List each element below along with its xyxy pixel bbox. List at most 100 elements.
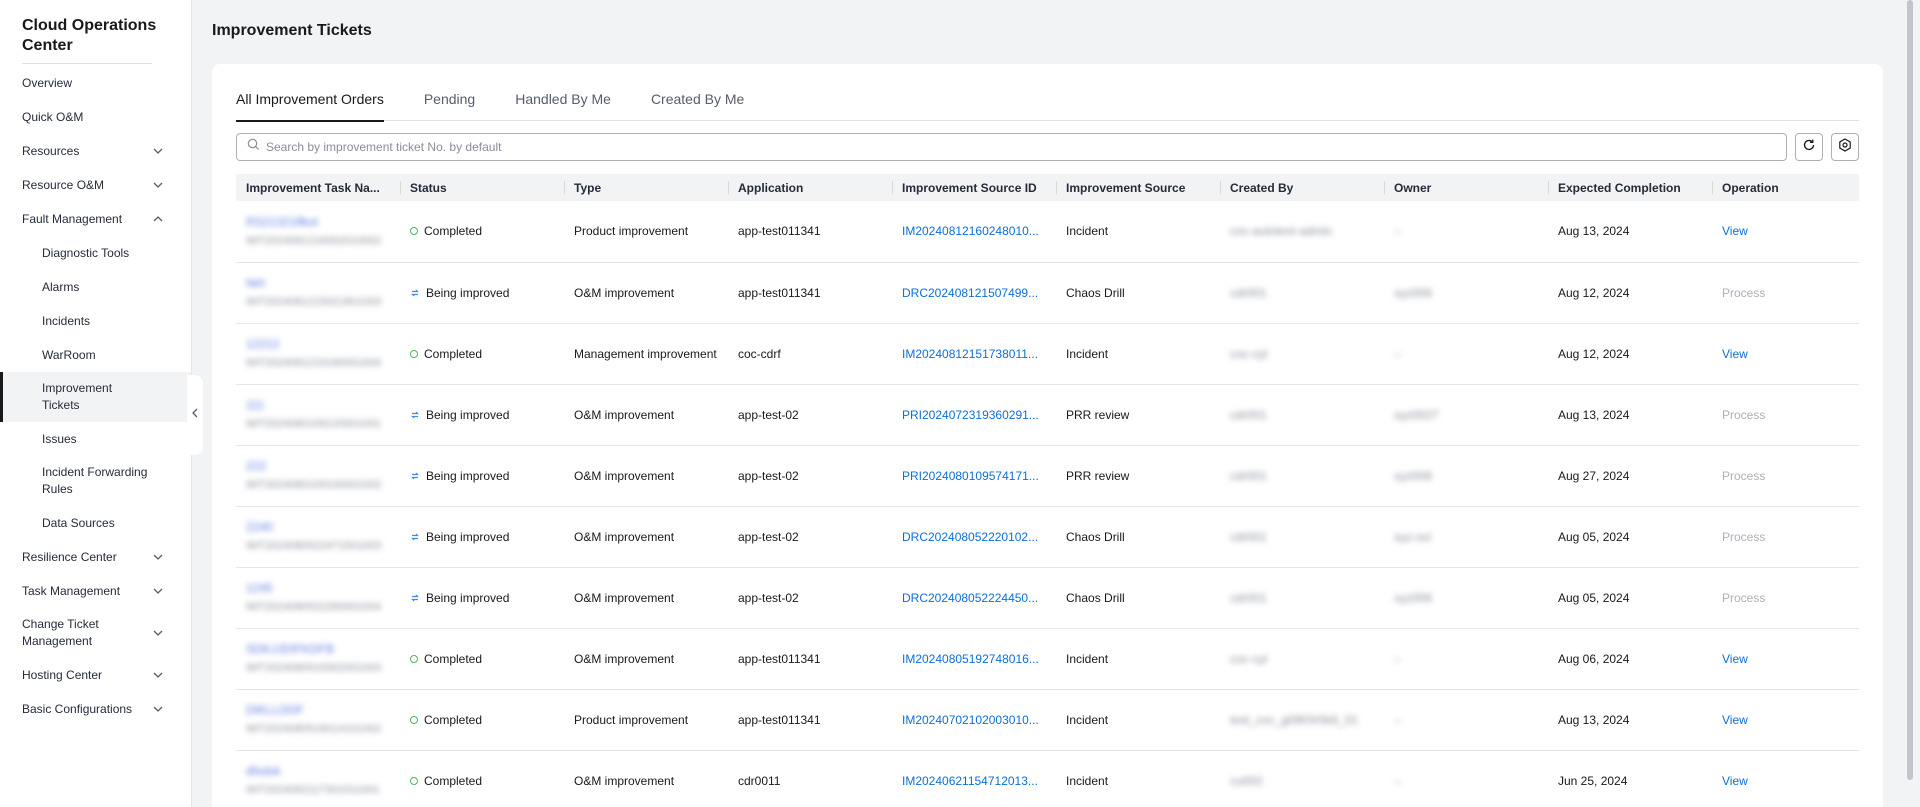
source-cell: Incident [1056,750,1220,807]
sidebar-item-incident-forwarding-rules[interactable]: Incident Forwarding Rules [0,456,191,506]
task-name-link[interactable]: 111 [246,397,390,413]
created-by-cell: cdr001 [1220,567,1384,629]
task-name-link[interactable]: SDKJJDIFKDFB [246,641,390,657]
created-by-cell: cdr001 [1220,262,1384,324]
sidebar-item-basic-configurations[interactable]: Basic Configurations [0,692,191,726]
column-header[interactable]: Application [728,174,892,201]
sidebar-item-alarms[interactable]: Alarms [0,270,191,304]
sidebar-item-hosting-center[interactable]: Hosting Center [0,658,191,692]
sidebar-item-change-ticket-management[interactable]: Change Ticket Management [0,608,191,658]
source-id-cell: IM20240702102003010... [892,689,1056,751]
created-by-text: cu002 [1230,773,1263,788]
owner-text: xyz006 [1394,590,1433,605]
search-input[interactable] [266,140,1786,154]
source-id-link[interactable]: DRC202408052224450... [902,591,1038,605]
status-completed-icon [410,776,418,785]
sidebar-item-resources[interactable]: Resources [0,134,191,168]
title-divider [22,63,152,64]
source-id-link[interactable]: IM20240621154712013... [902,774,1038,788]
task-name-link[interactable]: 222 [246,458,390,474]
source-cell: Incident [1056,628,1220,690]
operation-cell: View [1712,689,1859,751]
chevron-down-icon [151,702,165,716]
source-cell: PRR review [1056,384,1220,446]
task-number: IMT2024080519302001003 [246,662,382,674]
sidebar-item-resilience-center[interactable]: Resilience Center [0,540,191,574]
table-row: 111 IMT2024080109120001001 Being improved O… [236,384,1859,446]
page-scrollbar[interactable] [1906,0,1914,807]
status-cell: Completed [400,323,564,385]
source-id-link[interactable]: DRC202408121507499... [902,286,1038,300]
sidebar-item-task-management[interactable]: Task Management [0,574,191,608]
chevron-down-icon [151,144,165,158]
sidebar-item-fault-management[interactable]: Fault Management [0,202,191,236]
scrollbar-thumb[interactable] [1907,0,1913,780]
status-text: Completed [424,651,483,666]
source-id-link[interactable]: IM20240805192748016... [902,652,1039,666]
created-by-text: cdr001 [1230,590,1267,605]
source-id-link[interactable]: IM20240702102003010... [902,713,1039,727]
column-header[interactable]: Improvement Source ID [892,174,1056,201]
operation-cell: View [1712,201,1859,263]
type-cell: O&M improvement [564,384,728,446]
source-id-cell: DRC202408052224450... [892,567,1056,629]
column-header[interactable]: Improvement Source [1056,174,1220,201]
tab-all-improvement-orders[interactable]: All Improvement Orders [236,91,384,122]
source-id-cell: DRC202408121507499... [892,262,1056,324]
created-by-cell: coc-autotest-admin [1220,201,1384,263]
column-header[interactable]: Expected Completion [1548,174,1712,201]
sidebar-item-issues[interactable]: Issues [0,422,191,456]
sidebar-item-overview[interactable]: Overview [0,66,191,100]
tab-pending[interactable]: Pending [424,91,475,121]
sidebar-item-quick-om[interactable]: Quick O&M [0,100,191,134]
source-id-link[interactable]: PRI2024080109574171... [902,469,1039,483]
source-id-link[interactable]: PRI2024072319360291... [902,408,1039,422]
task-name-link[interactable]: dfsdsk [246,763,390,779]
task-name-link[interactable]: 2240 [246,519,390,535]
created-by-text: cdr001 [1230,529,1267,544]
tickets-table: Improvement Task Na... Status Type Appli… [236,174,1859,807]
main-content: Improvement Tickets All Improvement Orde… [192,0,1902,807]
status-text: Completed [424,346,483,361]
process-button: Process [1722,468,1766,483]
settings-button[interactable] [1831,133,1859,161]
task-name-link[interactable]: hkh [246,275,390,291]
view-button[interactable]: View [1722,224,1748,238]
application-cell: app-test011341 [728,201,892,263]
task-number: IMT2024081215190001004 [246,357,382,369]
task-number: IMT2024080522471501003 [246,540,382,552]
task-name-cell: DIKLLDDF IMT2024080516014101002 [236,689,400,751]
task-number: IMT2024080522260001004 [246,601,382,613]
task-name-link[interactable]: RS21321ffkol [246,214,390,230]
view-button[interactable]: View [1722,774,1748,788]
view-button[interactable]: View [1722,652,1748,666]
column-header[interactable]: Owner [1384,174,1548,201]
sidebar-item-improvement-tickets[interactable]: Improvement Tickets [0,372,191,422]
source-id-link[interactable]: DRC202408052220102... [902,530,1038,544]
column-header[interactable]: Improvement Task Na... [236,174,400,201]
sidebar-item-resource-om[interactable]: Resource O&M [0,168,191,202]
expected-completion-cell: Aug 27, 2024 [1548,445,1712,507]
tab-created-by-me[interactable]: Created By Me [651,91,744,121]
sidebar-item-incidents[interactable]: Incidents [0,304,191,338]
type-cell: Product improvement [564,689,728,751]
source-id-link[interactable]: IM20240812160248010... [902,224,1039,238]
tab-handled-by-me[interactable]: Handled By Me [515,91,611,121]
tab-bar: All Improvement Orders Pending Handled B… [236,91,1859,122]
sidebar-item-diagnostic-tools[interactable]: Diagnostic Tools [0,236,191,270]
task-name-link[interactable]: DIKLLDDF [246,702,390,718]
sidebar-item-warroom[interactable]: WarRoom [0,338,191,372]
source-id-cell: DRC202408052220102... [892,506,1056,568]
view-button[interactable]: View [1722,347,1748,361]
view-button[interactable]: View [1722,713,1748,727]
task-name-link[interactable]: 12212 [246,336,390,352]
column-header[interactable]: Status [400,174,564,201]
refresh-button[interactable] [1795,133,1823,161]
sidebar-item-data-sources[interactable]: Data Sources [0,506,191,540]
column-header[interactable]: Type [564,174,728,201]
task-name-link[interactable]: 1245 [246,580,390,596]
source-id-link[interactable]: IM20240812151738011... [902,347,1038,361]
status-cell: Completed [400,201,564,263]
created-by-cell: coc-cyl [1220,323,1384,385]
column-header[interactable]: Created By [1220,174,1384,201]
